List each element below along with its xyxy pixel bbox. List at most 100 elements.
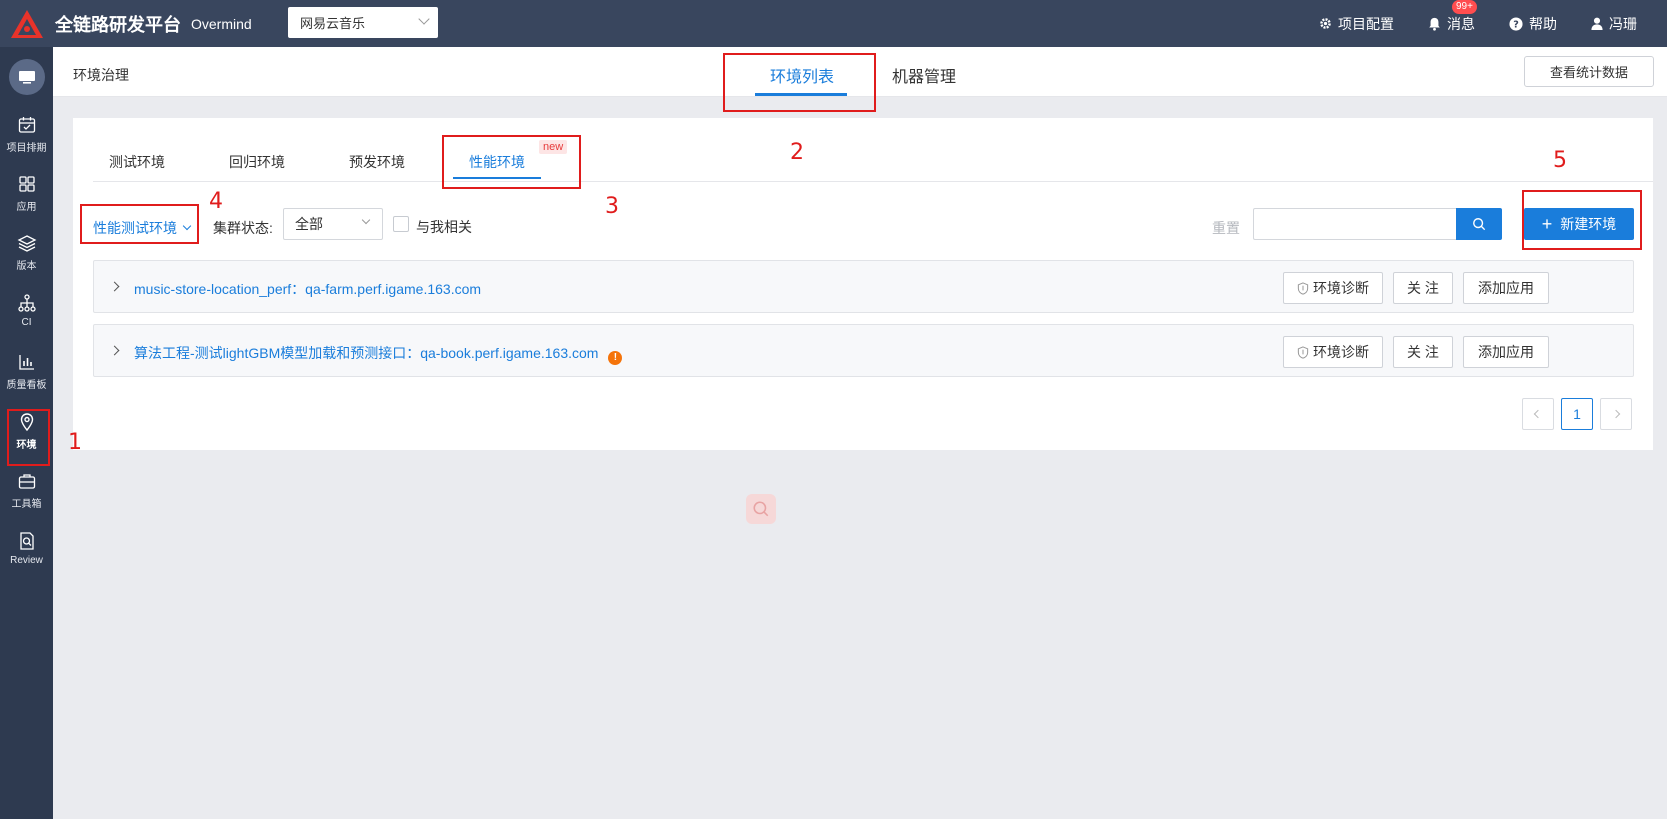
search-button[interactable]	[1456, 208, 1502, 240]
sidebar-item-ci[interactable]: CI	[0, 293, 53, 328]
app-logo[interactable]	[0, 0, 53, 47]
cluster-status-label: 集群状态:	[213, 220, 273, 236]
annotation-number-2: 2	[790, 140, 804, 165]
gear-icon	[1319, 17, 1332, 30]
chevron-right-icon[interactable]	[109, 281, 120, 292]
follow-button[interactable]: 关 注	[1393, 272, 1453, 304]
follow-button[interactable]: 关 注	[1393, 336, 1453, 368]
annotation-number-1: 1	[68, 430, 82, 455]
related-to-me-label[interactable]: 与我相关	[416, 217, 472, 237]
sidebar-item-label: CI	[21, 317, 32, 328]
messages-label: 消息	[1447, 15, 1475, 32]
flow-icon	[17, 294, 36, 312]
search-input[interactable]	[1253, 208, 1456, 240]
top-actions: 项目配置 消息 99+ ? 帮助 冯珊	[1319, 0, 1667, 47]
tab-machine-management[interactable]: 机器管理	[892, 63, 956, 87]
sidebar-item-schedule[interactable]: 项目排期	[0, 115, 53, 154]
bell-icon	[1428, 17, 1441, 31]
help-icon: ?	[1509, 16, 1523, 31]
annotation-number-4: 4	[209, 189, 223, 214]
shield-icon	[1297, 281, 1309, 295]
project-select-value: 网易云音乐	[300, 16, 366, 31]
sidebar-avatar[interactable]	[8, 59, 45, 95]
sidebar-item-label: 工具箱	[11, 499, 42, 510]
project-select[interactable]: 网易云音乐	[288, 7, 438, 38]
env-title-text: music-store-location_perf：qa-farm.perf.i…	[134, 281, 482, 297]
chevron-right-icon[interactable]	[109, 345, 120, 356]
filter-bar: 性能测试环境 集群状态: 全部 与我相关 重置 + 新建环境	[73, 208, 1653, 244]
page-1-button[interactable]: 1	[1561, 398, 1593, 430]
annotation-number-5: 5	[1553, 148, 1567, 173]
sidebar-item-versions[interactable]: 版本	[0, 233, 53, 272]
env-row[interactable]: 算法工程-测试lightGBM模型加载和预测接口：qa-book.perf.ig…	[93, 324, 1634, 377]
svg-text:?: ?	[1513, 19, 1519, 30]
help-label: 帮助	[1529, 15, 1557, 32]
project-config-button[interactable]: 项目配置	[1319, 14, 1394, 34]
messages-badge: 99+	[1452, 0, 1477, 14]
chevron-right-icon	[1611, 409, 1621, 419]
user-menu[interactable]: 冯珊	[1591, 14, 1637, 34]
annotation-box-5	[1522, 190, 1642, 250]
add-app-button[interactable]: 添加应用	[1463, 336, 1549, 368]
sidebar-item-label: 项目排期	[6, 143, 47, 154]
annotation-box-2	[723, 53, 876, 112]
logo-icon	[10, 9, 43, 38]
env-title[interactable]: music-store-location_perf：qa-farm.perf.i…	[134, 279, 481, 299]
tab-regression-env[interactable]: 回归环境	[229, 152, 285, 172]
env-diagnose-label: 环境诊断	[1313, 344, 1369, 360]
calendar-icon	[18, 117, 35, 133]
view-stats-button[interactable]: 查看统计数据	[1524, 56, 1654, 87]
env-row[interactable]: music-store-location_perf：qa-farm.perf.i…	[93, 260, 1634, 313]
chart-icon	[18, 355, 34, 370]
messages-button[interactable]: 消息 99+	[1428, 0, 1477, 34]
chevron-down-icon	[361, 215, 371, 225]
sidebar-item-label: 应用	[16, 202, 37, 213]
toolbox-icon	[18, 474, 35, 489]
annotation-box-4	[80, 204, 199, 244]
related-to-me-checkbox[interactable]	[393, 216, 409, 232]
floating-search-button[interactable]	[746, 494, 776, 524]
project-config-label: 项目配置	[1338, 15, 1394, 32]
sidebar-item-label: Review	[10, 555, 43, 566]
cluster-status-value: 全部	[295, 216, 323, 232]
cluster-status-select[interactable]: 全部	[283, 208, 383, 240]
chevron-down-icon	[418, 13, 430, 25]
shield-icon	[1297, 345, 1309, 359]
sidebar-item-label: 版本	[16, 261, 37, 272]
search-icon	[753, 501, 769, 517]
warning-icon: !	[608, 351, 623, 365]
reset-button[interactable]: 重置	[1212, 218, 1240, 238]
env-title[interactable]: 算法工程-测试lightGBM模型加载和预测接口：qa-book.perf.ig…	[134, 343, 623, 365]
chevron-left-icon	[1533, 409, 1543, 419]
env-diagnose-button[interactable]: 环境诊断	[1283, 336, 1383, 368]
add-app-button[interactable]: 添加应用	[1463, 272, 1549, 304]
breadcrumb: 环境治理	[73, 67, 129, 83]
help-button[interactable]: ? 帮助	[1509, 14, 1557, 34]
prev-page-button[interactable]	[1522, 398, 1554, 430]
user-name: 冯珊	[1609, 15, 1637, 32]
sidebar-item-review[interactable]: Review	[0, 531, 53, 566]
env-diagnose-button[interactable]: 环境诊断	[1283, 272, 1383, 304]
env-title-text: 算法工程-测试lightGBM模型加载和预测接口：qa-book.perf.ig…	[134, 345, 599, 361]
sidebar-item-apps[interactable]: 应用	[0, 174, 53, 213]
layers-icon	[17, 235, 36, 252]
user-icon	[1591, 17, 1603, 30]
app-title: 全链路研发平台	[55, 14, 181, 35]
tab-divider	[93, 181, 1653, 182]
next-page-button[interactable]	[1600, 398, 1632, 430]
sidebar-item-quality[interactable]: 质量看板	[0, 352, 53, 391]
annotation-box-3	[442, 135, 581, 189]
environment-card: 测试环境 回归环境 预发环境 性能环境 new 性能测试环境 集群状态: 全部 …	[73, 118, 1653, 450]
grid-icon	[18, 176, 35, 192]
tab-test-env[interactable]: 测试环境	[109, 152, 165, 172]
review-icon	[19, 532, 34, 550]
env-diagnose-label: 环境诊断	[1313, 280, 1369, 296]
sidebar-item-toolbox[interactable]: 工具箱	[0, 471, 53, 510]
search-icon	[1473, 218, 1486, 231]
app-subtitle: Overmind	[191, 15, 252, 32]
top-bar: 全链路研发平台 Overmind 网易云音乐 项目配置 消息 99+ ? 帮助	[0, 0, 1667, 47]
monitor-icon	[18, 71, 35, 84]
annotation-box-1	[7, 409, 50, 466]
sidebar-item-label: 质量看板	[6, 380, 47, 391]
tab-preview-env[interactable]: 预发环境	[349, 152, 405, 172]
